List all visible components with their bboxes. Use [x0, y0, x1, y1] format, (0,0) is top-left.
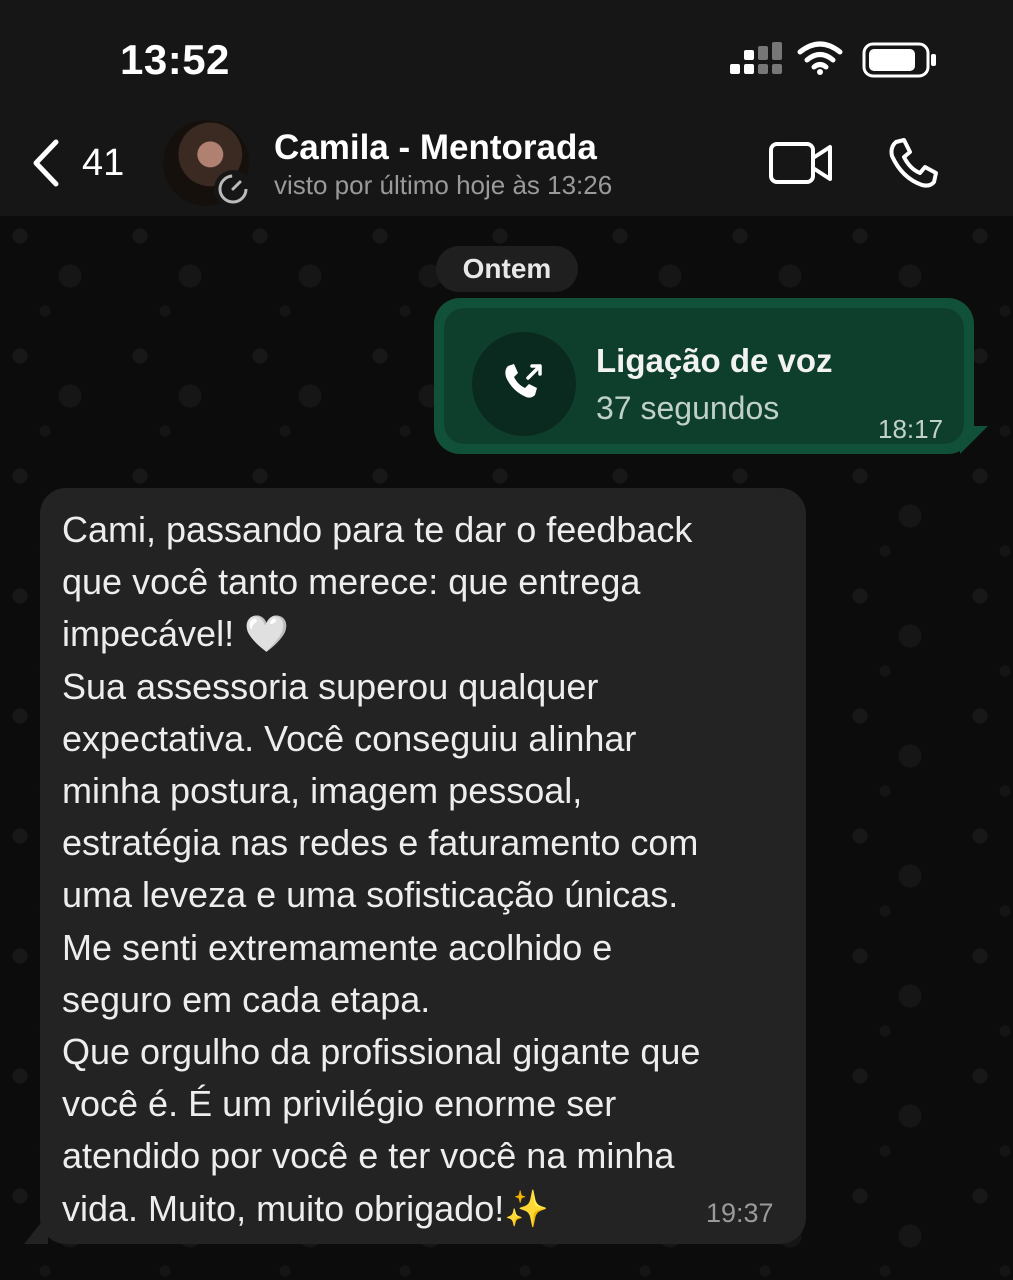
status-time: 13:52	[120, 36, 230, 83]
disappearing-timer-icon	[214, 170, 252, 208]
message-time: 19:37	[706, 1198, 774, 1228]
voice-call-message[interactable]: Ligação de voz 37 segundos 18:17	[434, 298, 974, 454]
call-icon-circle	[472, 332, 576, 436]
outgoing-call-icon	[505, 364, 542, 398]
chat-area[interactable]: Ontem Ligação de voz 37 segundos 18:17 C…	[0, 216, 1013, 1280]
unread-count[interactable]: 41	[82, 142, 124, 185]
phone-icon[interactable]	[886, 136, 940, 190]
message-text: Cami, passando para te dar o feedback qu…	[62, 509, 701, 1229]
date-divider: Ontem	[436, 246, 578, 292]
message-time: 18:17	[878, 414, 944, 444]
battery-icon	[862, 42, 936, 78]
contact-name[interactable]: Camila - Mentorada	[274, 128, 597, 168]
contact-last-seen: visto por último hoje às 13:26	[274, 170, 613, 200]
back-chevron-icon[interactable]	[28, 138, 68, 188]
incoming-message[interactable]: Cami, passando para te dar o feedback qu…	[40, 488, 806, 1244]
video-camera-icon[interactable]	[768, 140, 834, 186]
call-card[interactable]: Ligação de voz 37 segundos 18:17	[444, 308, 964, 444]
status-bar: 13:52	[0, 0, 1013, 110]
call-title: Ligação de voz	[596, 342, 833, 379]
cellular-signal-icon	[730, 42, 782, 74]
wifi-icon	[797, 41, 843, 75]
call-duration: 37 segundos	[596, 390, 780, 426]
chat-header: 41 Camila - Mentorada visto por último h…	[0, 110, 1013, 216]
